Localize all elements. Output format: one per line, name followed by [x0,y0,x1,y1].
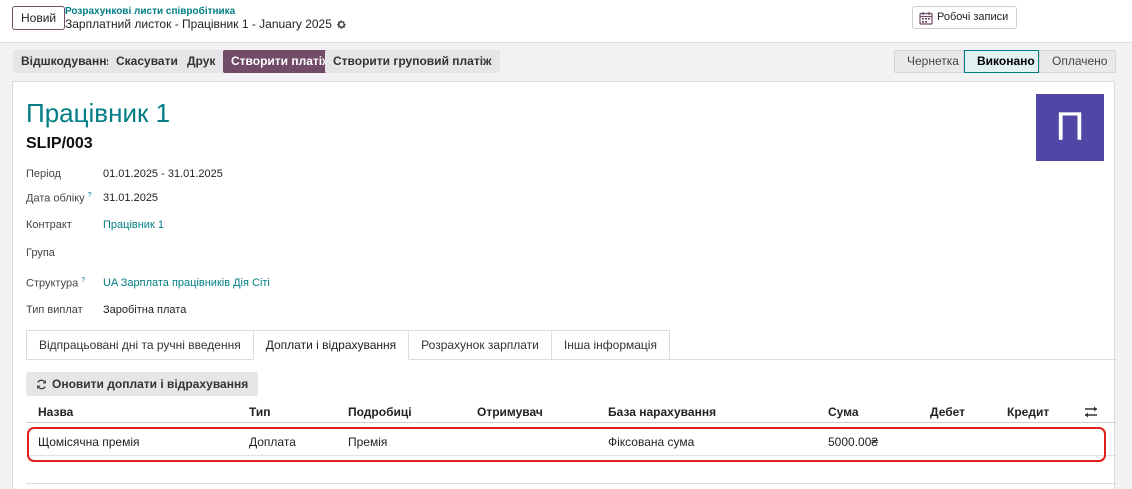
avatar: П [1036,94,1104,161]
gear-icon[interactable] [336,19,347,30]
payment-type-value[interactable]: Заробітна плата [103,304,186,316]
group-label: Група [26,247,55,259]
column-header-credit[interactable]: Кредит [1007,405,1049,419]
tab-other-info[interactable]: Інша інформація [550,330,670,360]
column-header-debit[interactable]: Дебет [930,405,965,419]
calendar-icon [919,11,933,25]
create-group-payment-button[interactable]: Створити груповий платіж [325,50,500,73]
structure-label-text: Структура [26,277,79,290]
form-sheet: Працівник 1 SLIP/003 П Період 01.01.2025… [12,81,1116,489]
accounting-date-label: Дата обліку ? [26,192,92,205]
breadcrumb-current: Зарплатний листок - Працівник 1 - Januar… [65,17,347,31]
refresh-allowances-button[interactable]: Оновити доплати і відрахування [26,372,259,396]
column-header-details[interactable]: Подробиці [348,405,412,419]
tab-worked-days[interactable]: Відпрацьовані дні та ручні введення [26,330,254,360]
highlight-box [27,427,1106,462]
status-draft[interactable]: Чернетка [894,50,964,73]
slip-number: SLIP/003 [26,135,93,152]
structure-link[interactable]: UA Зарплата працівників Дія Сіті [103,277,270,289]
work-entries-button[interactable]: Робочі записи [912,6,1018,29]
table-bottom-divider [26,483,1116,484]
notebook-tabs: Відпрацьовані дні та ручні введення Допл… [26,330,670,360]
cancel-button[interactable]: Скасувати [108,50,186,73]
refresh-icon [37,379,46,389]
control-panel: Новий Розрахункові листи співробітника З… [0,0,1132,43]
payment-type-label: Тип виплат [26,304,83,316]
new-button[interactable]: Новий [12,6,66,30]
refresh-allowances-label: Оновити доплати і відрахування [52,377,249,391]
column-header-name[interactable]: Назва [38,405,73,419]
tab-salary-computation[interactable]: Розрахунок зарплати [408,330,552,360]
print-button[interactable]: Друк [179,50,224,73]
column-header-type[interactable]: Тип [249,405,271,419]
status-paid[interactable]: Оплачено [1039,50,1116,73]
column-header-amount[interactable]: Сума [828,405,859,419]
help-icon[interactable]: ? [88,192,92,199]
contract-label: Контракт [26,219,72,231]
status-done[interactable]: Виконано [964,50,1039,73]
structure-label: Структура ? [26,277,85,290]
accounting-date-label-text: Дата обліку [26,192,85,205]
tab-allowances-deductions[interactable]: Доплати і відрахування [252,330,410,360]
status-bar: Чернетка Виконано Оплачено [894,50,1116,73]
help-icon[interactable]: ? [81,277,85,284]
create-payment-button[interactable]: Створити платіж [223,50,339,73]
work-entries-label: Робочі записи [937,11,1009,23]
optional-columns-icon[interactable] [1084,406,1098,418]
accounting-date-value[interactable]: 31.01.2025 [103,192,158,204]
breadcrumb-current-label: Зарплатний листок - Працівник 1 - Januar… [65,17,332,31]
period-label: Період [26,168,61,180]
tab-divider [26,359,1116,360]
employee-name: Працівник 1 [26,98,171,128]
breadcrumb-parent[interactable]: Розрахункові листи співробітника [65,6,235,17]
contract-link[interactable]: Працівник 1 [103,219,164,231]
period-value[interactable]: 01.01.2025 - 31.01.2025 [103,168,223,180]
refund-button[interactable]: Відшкодування [13,50,122,73]
column-header-base[interactable]: База нарахування [608,405,716,419]
table-header-divider [26,422,1116,423]
column-header-recipient[interactable]: Отримувач [477,405,543,419]
